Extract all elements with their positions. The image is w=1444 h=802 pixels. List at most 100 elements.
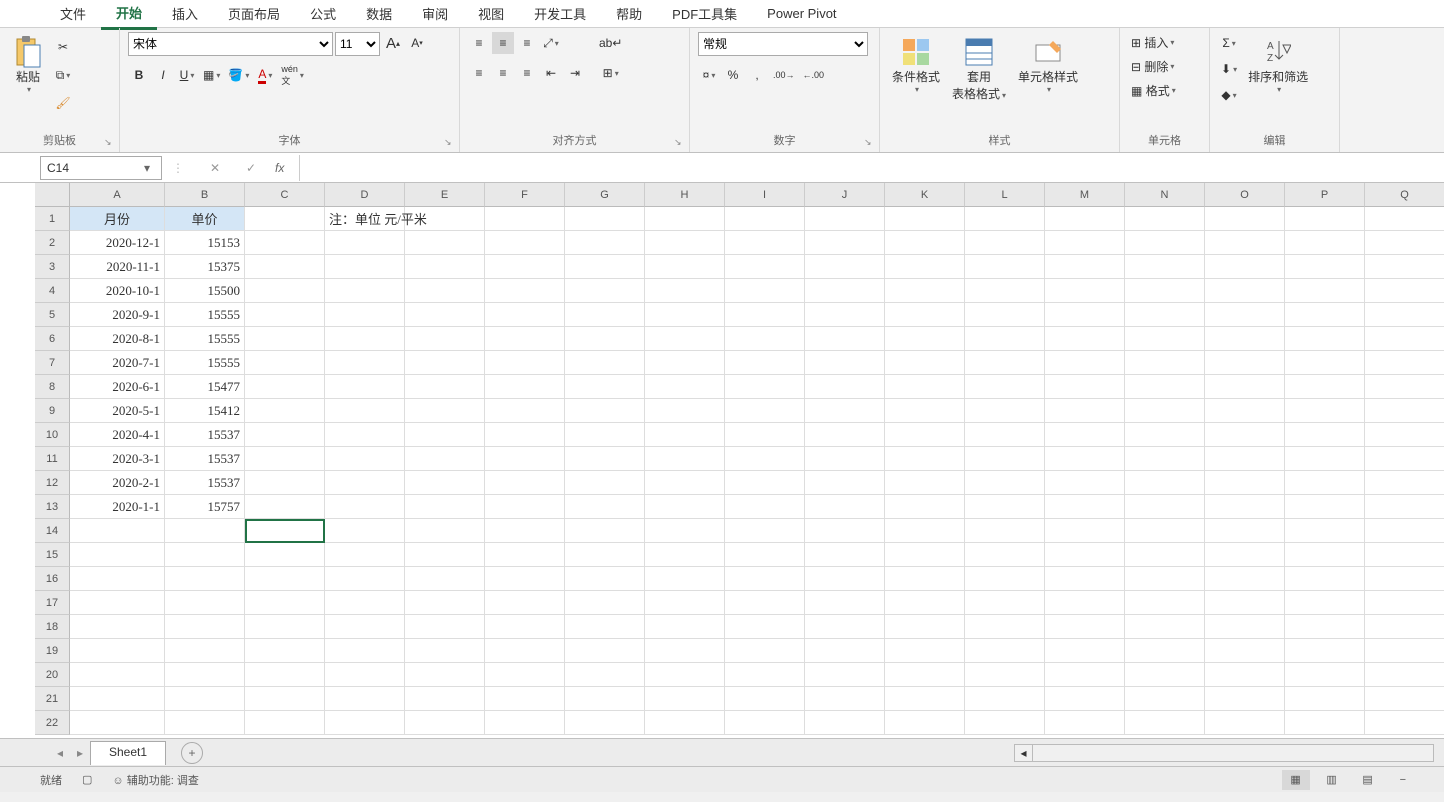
cell-N15[interactable] <box>1125 543 1205 567</box>
col-header-G[interactable]: G <box>565 183 645 207</box>
cell-L3[interactable] <box>965 255 1045 279</box>
cell-L2[interactable] <box>965 231 1045 255</box>
cell-A22[interactable] <box>70 711 165 735</box>
accessibility-status[interactable]: ☺ 辅助功能: 调查 <box>112 772 198 788</box>
cell-O6[interactable] <box>1205 327 1285 351</box>
cell-A3[interactable]: 2020-11-1 <box>70 255 165 279</box>
cell-G11[interactable] <box>565 447 645 471</box>
cell-Q3[interactable] <box>1365 255 1444 279</box>
cell-B6[interactable]: 15555 <box>165 327 245 351</box>
tab-page-layout[interactable]: 页面布局 <box>213 0 295 28</box>
cell-Q13[interactable] <box>1365 495 1444 519</box>
cell-Q11[interactable] <box>1365 447 1444 471</box>
cell-N9[interactable] <box>1125 399 1205 423</box>
cell-G21[interactable] <box>565 687 645 711</box>
tab-powerpivot[interactable]: Power Pivot <box>752 1 851 26</box>
cell-O1[interactable] <box>1205 207 1285 231</box>
cell-Q15[interactable] <box>1365 543 1444 567</box>
col-header-M[interactable]: M <box>1045 183 1125 207</box>
cell-H11[interactable] <box>645 447 725 471</box>
add-sheet-button[interactable]: + <box>181 742 203 764</box>
underline-button[interactable]: U▾ <box>176 64 198 86</box>
cell-N13[interactable] <box>1125 495 1205 519</box>
cell-D18[interactable] <box>325 615 405 639</box>
row-header-18[interactable]: 18 <box>35 615 70 639</box>
page-layout-view-button[interactable]: ▥ <box>1318 770 1346 790</box>
tab-data[interactable]: 数据 <box>351 0 407 28</box>
dialog-launcher-icon[interactable]: ↘ <box>674 137 686 149</box>
cell-L16[interactable] <box>965 567 1045 591</box>
cancel-formula-button[interactable]: ✕ <box>206 159 224 177</box>
phonetic-button[interactable]: wén文▾ <box>278 64 307 86</box>
cell-A17[interactable] <box>70 591 165 615</box>
cell-F7[interactable] <box>485 351 565 375</box>
cell-O13[interactable] <box>1205 495 1285 519</box>
cell-K15[interactable] <box>885 543 965 567</box>
cell-F18[interactable] <box>485 615 565 639</box>
cell-F21[interactable] <box>485 687 565 711</box>
cell-A10[interactable]: 2020-4-1 <box>70 423 165 447</box>
cell-I19[interactable] <box>725 639 805 663</box>
col-header-I[interactable]: I <box>725 183 805 207</box>
cell-M6[interactable] <box>1045 327 1125 351</box>
cell-A11[interactable]: 2020-3-1 <box>70 447 165 471</box>
cell-C22[interactable] <box>245 711 325 735</box>
cell-P2[interactable] <box>1285 231 1365 255</box>
sort-filter-button[interactable]: AZ 排序和筛选▾ <box>1244 32 1312 98</box>
cell-M8[interactable] <box>1045 375 1125 399</box>
align-center-button[interactable]: ≡ <box>492 62 514 84</box>
cell-P15[interactable] <box>1285 543 1365 567</box>
cell-K22[interactable] <box>885 711 965 735</box>
cell-J19[interactable] <box>805 639 885 663</box>
cell-G22[interactable] <box>565 711 645 735</box>
cell-I17[interactable] <box>725 591 805 615</box>
cell-N20[interactable] <box>1125 663 1205 687</box>
cell-H13[interactable] <box>645 495 725 519</box>
cell-F5[interactable] <box>485 303 565 327</box>
cell-F19[interactable] <box>485 639 565 663</box>
cell-G9[interactable] <box>565 399 645 423</box>
cell-N5[interactable] <box>1125 303 1205 327</box>
cell-M2[interactable] <box>1045 231 1125 255</box>
cell-I9[interactable] <box>725 399 805 423</box>
cell-F13[interactable] <box>485 495 565 519</box>
cell-F9[interactable] <box>485 399 565 423</box>
cell-D17[interactable] <box>325 591 405 615</box>
cell-L6[interactable] <box>965 327 1045 351</box>
cell-G10[interactable] <box>565 423 645 447</box>
tab-review[interactable]: 审阅 <box>407 0 463 28</box>
font-name-select[interactable]: 宋体 <box>128 32 333 56</box>
cell-M7[interactable] <box>1045 351 1125 375</box>
cell-B13[interactable]: 15757 <box>165 495 245 519</box>
increase-decimal-button[interactable]: .00→ <box>770 64 798 86</box>
name-box[interactable]: C14 ▾ <box>40 156 162 180</box>
cell-D21[interactable] <box>325 687 405 711</box>
cell-N17[interactable] <box>1125 591 1205 615</box>
cell-I6[interactable] <box>725 327 805 351</box>
cell-N4[interactable] <box>1125 279 1205 303</box>
cell-C11[interactable] <box>245 447 325 471</box>
cell-K2[interactable] <box>885 231 965 255</box>
cell-F17[interactable] <box>485 591 565 615</box>
cell-N11[interactable] <box>1125 447 1205 471</box>
cell-H15[interactable] <box>645 543 725 567</box>
row-header-9[interactable]: 9 <box>35 399 70 423</box>
sheet-tab-1[interactable]: Sheet1 <box>90 741 166 765</box>
cell-M5[interactable] <box>1045 303 1125 327</box>
percent-button[interactable]: % <box>722 64 744 86</box>
cell-L9[interactable] <box>965 399 1045 423</box>
cell-H6[interactable] <box>645 327 725 351</box>
cell-J7[interactable] <box>805 351 885 375</box>
cell-O7[interactable] <box>1205 351 1285 375</box>
cell-C4[interactable] <box>245 279 325 303</box>
cell-C8[interactable] <box>245 375 325 399</box>
cell-M22[interactable] <box>1045 711 1125 735</box>
horizontal-scrollbar[interactable]: ◂ <box>1014 744 1434 762</box>
cell-P21[interactable] <box>1285 687 1365 711</box>
cell-O5[interactable] <box>1205 303 1285 327</box>
cell-N7[interactable] <box>1125 351 1205 375</box>
cell-O18[interactable] <box>1205 615 1285 639</box>
cell-I10[interactable] <box>725 423 805 447</box>
cell-J10[interactable] <box>805 423 885 447</box>
fx-icon[interactable]: fx <box>275 161 284 175</box>
